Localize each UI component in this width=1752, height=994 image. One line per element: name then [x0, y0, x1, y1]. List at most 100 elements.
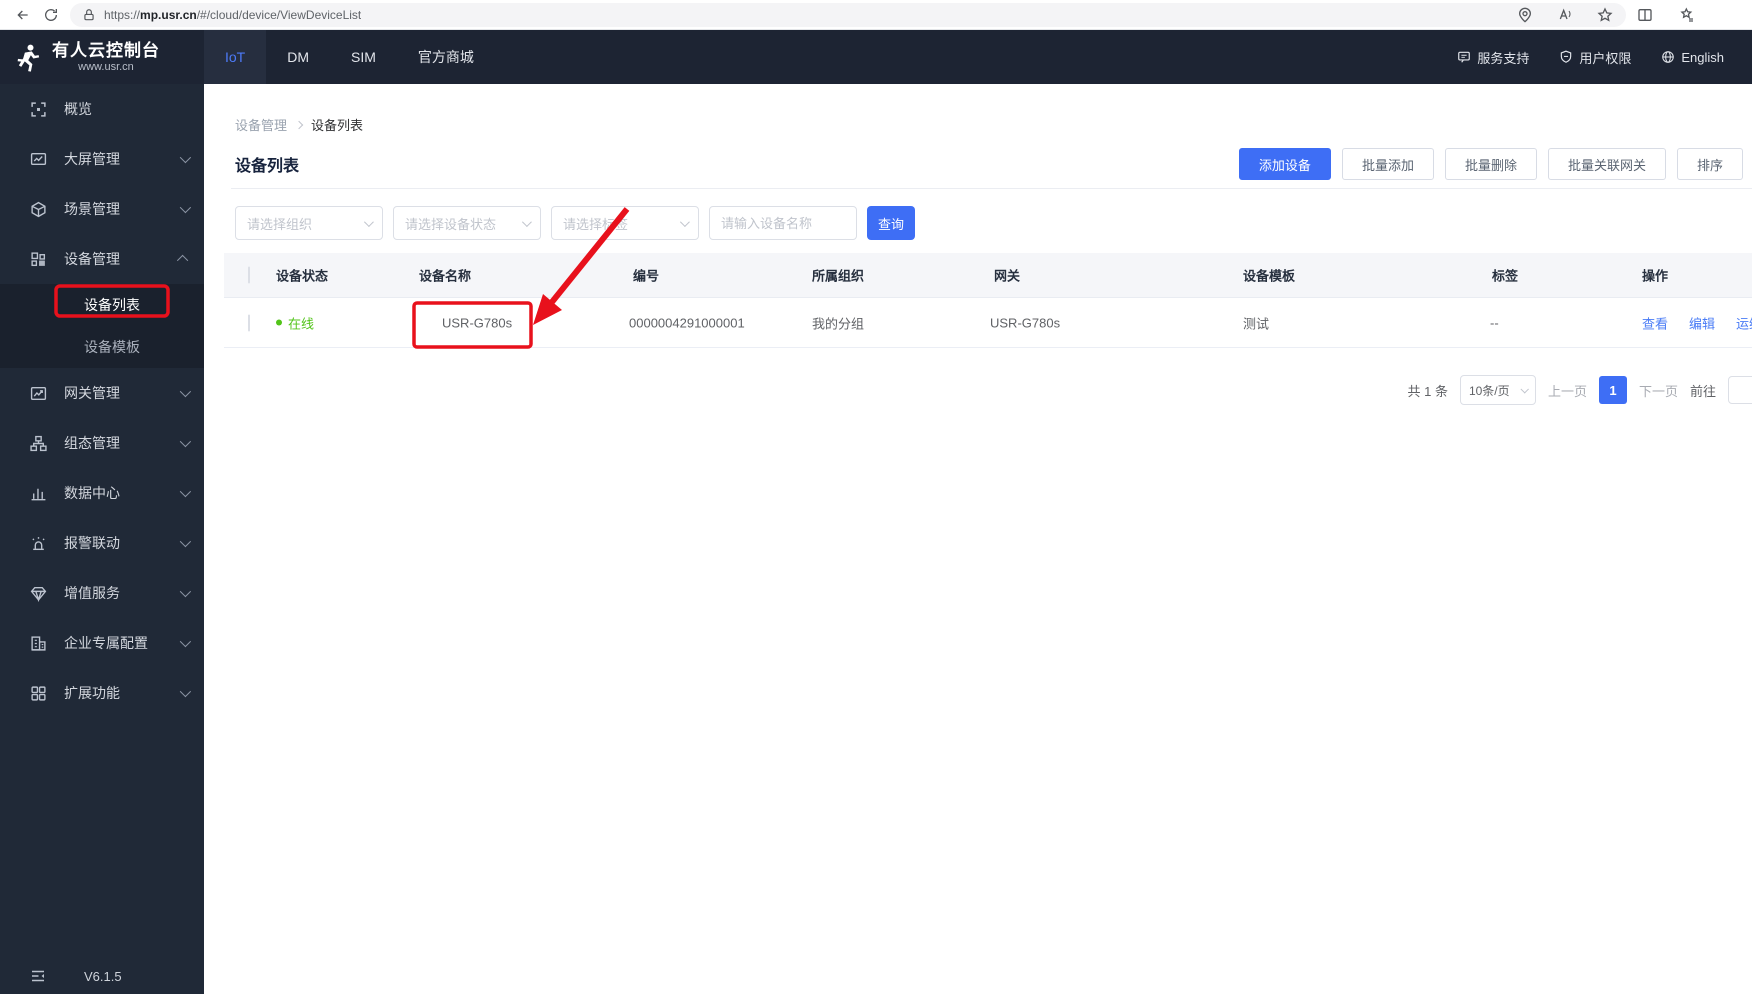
device-status-select[interactable]: 请选择设备状态	[393, 206, 541, 240]
app-subtitle: www.usr.cn	[78, 60, 134, 73]
table-row[interactable]: 在线 USR-G780s 0000004291000001 我的分组 USR-G…	[224, 298, 1752, 348]
tab-mall[interactable]: 官方商城	[397, 30, 495, 84]
screen-icon	[30, 151, 47, 168]
select-all-checkbox[interactable]	[248, 266, 250, 284]
tag-select[interactable]: 请选择标签	[551, 206, 699, 240]
chevron-up-icon	[176, 254, 189, 267]
sidebar-item-screen-mgmt[interactable]: 大屏管理	[0, 134, 204, 184]
read-aloud-icon[interactable]	[1556, 6, 1574, 24]
device-tag: --	[1490, 315, 1499, 330]
device-name-input[interactable]	[709, 206, 857, 240]
sidebar-item-device-mgmt[interactable]: 设备管理	[0, 234, 204, 284]
breadcrumb: 设备管理 设备列表	[235, 115, 363, 134]
gem-icon	[30, 585, 47, 602]
sidebar-item-scene-mgmt[interactable]: 场景管理	[0, 184, 204, 234]
row-checkbox[interactable]	[248, 314, 250, 331]
online-dot-icon	[276, 319, 282, 326]
batch-link-gateway-button[interactable]: 批量关联网关	[1547, 148, 1666, 180]
sidebar-item-alarm-linkage[interactable]: 报警联动	[0, 518, 204, 568]
usr-logo[interactable]: 有人云控制台 www.usr.cn	[0, 30, 204, 84]
split-screen-icon[interactable]	[1636, 6, 1654, 24]
back-icon[interactable]	[14, 6, 32, 24]
sort-button[interactable]: 排序	[1676, 148, 1743, 180]
chat-icon	[1458, 51, 1471, 63]
chevron-down-icon	[179, 151, 192, 164]
breadcrumb-parent[interactable]: 设备管理	[235, 115, 287, 134]
chevron-down-icon	[1520, 385, 1529, 394]
device-gateway: USR-G780s	[990, 315, 1061, 330]
language-switch[interactable]: English	[1661, 50, 1724, 65]
usr-logo-icon	[13, 42, 43, 72]
refresh-icon[interactable]	[42, 6, 60, 24]
overview-icon	[30, 101, 47, 118]
top-navbar: 有人云控制台 www.usr.cn IoT DM SIM 官方商城 服务支持 用…	[0, 30, 1752, 84]
device-name: USR-G780s	[442, 315, 513, 330]
page-title: 设备列表	[235, 158, 300, 175]
version-label: V6.1.5	[84, 968, 122, 984]
goto-page-input[interactable]	[1728, 376, 1752, 404]
main-content: 设备管理 设备列表 设备列表 添加设备 批量添加 批量删除 批量关联网关 排序 …	[204, 84, 1752, 994]
shield-icon	[1561, 50, 1572, 63]
col-actions: 操作	[1642, 268, 1669, 284]
chevron-down-icon	[179, 385, 192, 398]
device-org: 我的分组	[812, 316, 865, 331]
collections-icon[interactable]	[1678, 6, 1696, 24]
sidebar-item-value-services[interactable]: 增值服务	[0, 568, 204, 618]
total-count: 共 1 条	[1407, 383, 1448, 399]
edit-link[interactable]: 编辑	[1689, 313, 1715, 332]
permissions-menu[interactable]: 用户权限	[1559, 48, 1631, 67]
prev-page-button[interactable]: 上一页	[1548, 381, 1587, 400]
favorite-star-icon[interactable]	[1596, 6, 1614, 24]
tab-dm[interactable]: DM	[266, 30, 330, 84]
support-menu[interactable]: 服务支持	[1457, 48, 1529, 67]
sidebar-item-overview[interactable]: 概览	[0, 84, 204, 134]
current-page-button[interactable]: 1	[1598, 376, 1627, 404]
sidebar-item-data-center[interactable]: 数据中心	[0, 468, 204, 518]
sidebar-item-enterprise-config[interactable]: 企业专属配置	[0, 618, 204, 668]
address-bar[interactable]: https://mp.usr.cn/#/cloud/device/ViewDev…	[70, 2, 1626, 27]
search-button[interactable]: 查询	[867, 206, 915, 240]
add-device-button[interactable]: 添加设备	[1238, 148, 1331, 180]
collapse-sidebar-icon[interactable]	[30, 968, 46, 984]
tab-iot[interactable]: IoT	[204, 30, 267, 84]
chevron-down-icon	[179, 201, 192, 214]
col-org: 所属组织	[812, 268, 865, 284]
device-serial: 0000004291000001	[629, 315, 745, 330]
siren-icon	[30, 535, 47, 552]
batch-delete-button[interactable]: 批量删除	[1444, 148, 1537, 180]
chevron-down-icon	[679, 216, 690, 227]
chevron-down-icon	[179, 485, 192, 498]
sidebar-item-device-list[interactable]: 设备列表	[0, 284, 204, 326]
next-page-button[interactable]: 下一页	[1639, 381, 1678, 400]
breadcrumb-current: 设备列表	[311, 118, 364, 133]
col-gateway: 网关	[994, 268, 1021, 284]
view-link[interactable]: 查看	[1642, 313, 1668, 332]
building-icon	[30, 635, 47, 652]
col-device-template: 设备模板	[1243, 268, 1296, 284]
tab-sim[interactable]: SIM	[330, 30, 397, 84]
sidebar-item-extensions[interactable]: 扩展功能	[0, 668, 204, 718]
chevron-down-icon	[179, 635, 192, 648]
page-size-select[interactable]: 10条/页	[1459, 375, 1536, 405]
sidebar-item-scada-mgmt[interactable]: 组态管理	[0, 418, 204, 468]
breadcrumb-separator-icon	[294, 120, 304, 129]
product-tabs: IoT DM SIM 官方商城	[204, 30, 495, 84]
chevron-down-icon	[521, 216, 532, 227]
col-tag: 标签	[1492, 268, 1519, 284]
chevron-down-icon	[179, 535, 192, 548]
org-select[interactable]: 请选择组织	[235, 206, 383, 240]
pagination: 共 1 条 10条/页 上一页 1 下一页 前往	[1407, 374, 1752, 406]
row-actions: 查看 编辑 运维	[1642, 313, 1752, 332]
ops-link[interactable]: 运维	[1736, 313, 1752, 332]
batch-add-button[interactable]: 批量添加	[1341, 148, 1434, 180]
bar-chart-icon	[30, 485, 47, 502]
geolocation-icon[interactable]	[1516, 6, 1534, 24]
sidebar-item-device-template[interactable]: 设备模板	[0, 326, 204, 368]
topology-icon	[30, 435, 47, 452]
sidebar: 概览 大屏管理 场景管理 设备管理 设备列表 设备模板 网关管理 组态管理 数据…	[0, 84, 204, 994]
app-title: 有人云控制台	[52, 40, 160, 60]
sidebar-item-gateway-mgmt[interactable]: 网关管理	[0, 368, 204, 418]
chevron-down-icon	[179, 585, 192, 598]
col-serial: 编号	[633, 268, 660, 284]
url-text: https://mp.usr.cn/#/cloud/device/ViewDev…	[104, 7, 362, 22]
